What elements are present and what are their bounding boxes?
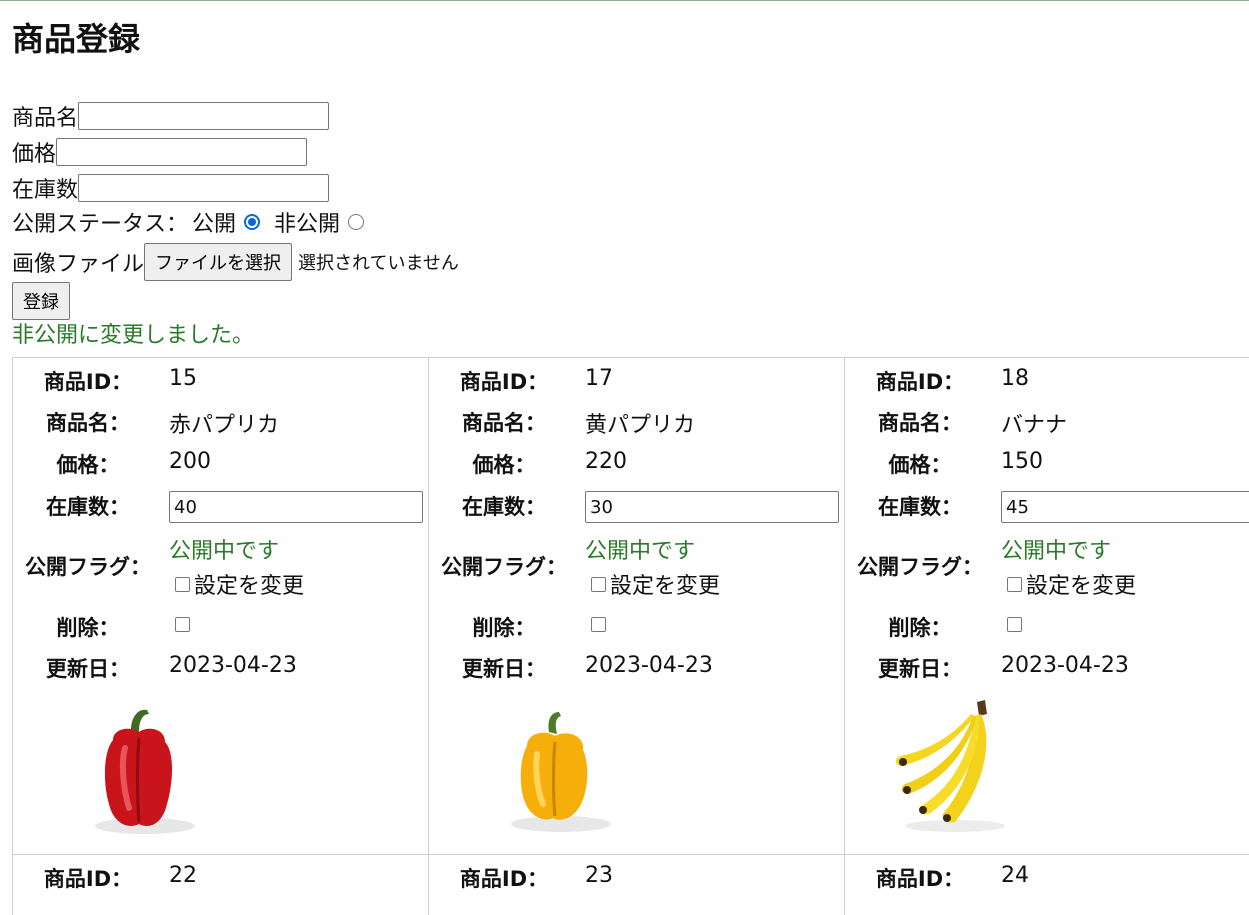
delete-checkbox[interactable] [591, 617, 606, 632]
delete-checkbox[interactable] [175, 617, 190, 632]
price-label: 価格 [12, 142, 57, 167]
change-checkbox[interactable] [591, 576, 606, 592]
private-radio[interactable] [348, 214, 365, 230]
flag-label: 公開フラグ： [441, 555, 567, 579]
image-row: 画像ファイル ファイルを選択 選択されていません [12, 242, 459, 282]
publish-status: 公開中です [169, 539, 280, 564]
price-label: 価格： [472, 453, 536, 477]
change-setting[interactable]: 設定を変更 [591, 568, 720, 600]
product-card: 商品ID： 24 [844, 855, 1249, 915]
change-label: 設定を変更 [194, 574, 305, 599]
product-card: 商品ID： 15 商品名： 赤パプリカ 価格： 200 在庫数： 40 公開フラ… [12, 358, 428, 855]
status-message: 非公開に変更しました。 [12, 323, 255, 348]
product-price: 150 [1001, 449, 1043, 474]
change-label: 設定を変更 [1026, 574, 1137, 599]
name-row: 商品名 [12, 99, 330, 133]
yellow-paprika-image [511, 712, 611, 832]
updated-date: 2023-04-23 [169, 653, 297, 678]
stock-label: 在庫数 [12, 178, 79, 203]
name-label: 商品名： [462, 411, 546, 435]
stock-label: 在庫数： [462, 495, 546, 519]
delete-label: 削除： [888, 616, 952, 640]
flag-label: 公開フラグ： [857, 555, 983, 579]
updated-date: 2023-04-23 [585, 653, 713, 678]
id-label: 商品ID： [875, 370, 965, 394]
product-card: 商品ID： 23 [428, 855, 844, 915]
change-checkbox[interactable] [1007, 576, 1022, 592]
banana-image [895, 700, 1005, 832]
product-id: 18 [1001, 366, 1029, 391]
product-name: 赤パプリカ [169, 413, 280, 438]
product-grid: 商品ID： 15 商品名： 赤パプリカ 価格： 200 在庫数： 40 公開フラ… [12, 357, 1249, 915]
register-button[interactable]: 登録 [12, 282, 70, 320]
price-input[interactable] [56, 138, 308, 166]
status-row: 公開ステータス： 公開 非公開 [12, 205, 365, 239]
change-setting[interactable]: 設定を変更 [175, 568, 304, 600]
stock-input[interactable]: 30 [585, 491, 839, 523]
name-label: 商品名 [12, 106, 79, 131]
name-label: 商品名： [878, 411, 962, 435]
delete-label: 削除： [56, 616, 120, 640]
status-label: 公開ステータス： [12, 212, 189, 237]
stock-label: 在庫数： [46, 495, 130, 519]
id-label: 商品ID： [459, 370, 549, 394]
delete-checkbox[interactable] [1007, 617, 1022, 632]
updated-date: 2023-04-23 [1001, 653, 1129, 678]
product-price: 200 [169, 449, 211, 474]
change-label: 設定を変更 [610, 574, 721, 599]
flag-label: 公開フラグ： [25, 555, 151, 579]
id-label: 商品ID： [875, 867, 965, 891]
delete-label: 削除： [472, 616, 536, 640]
product-name: 黄パプリカ [585, 413, 696, 438]
stock-input[interactable] [78, 174, 330, 202]
page-title: 商品登録 [12, 20, 141, 58]
price-row: 価格 [12, 135, 308, 169]
id-label: 商品ID： [459, 867, 549, 891]
stock-input[interactable]: 40 [169, 491, 423, 523]
stock-input[interactable]: 45 [1001, 491, 1249, 523]
name-label: 商品名： [46, 411, 130, 435]
updated-label: 更新日： [462, 657, 546, 681]
stock-label: 在庫数： [878, 495, 962, 519]
change-setting[interactable]: 設定を変更 [1007, 568, 1136, 600]
stock-row: 在庫数 [12, 171, 330, 205]
product-price: 220 [585, 449, 627, 474]
updated-label: 更新日： [878, 657, 962, 681]
product-card: 商品ID： 17 商品名： 黄パプリカ 価格： 220 在庫数： 30 公開フラ… [428, 358, 844, 855]
file-status: 選択されていません [298, 253, 459, 274]
file-select-button[interactable]: ファイルを選択 [144, 243, 293, 281]
public-radio[interactable] [244, 214, 261, 230]
red-paprika-image [95, 709, 195, 834]
product-id: 23 [585, 863, 613, 888]
product-id: 24 [1001, 863, 1029, 888]
product-name: バナナ [1001, 413, 1068, 438]
updated-label: 更新日： [46, 657, 130, 681]
publish-status: 公開中です [585, 539, 696, 564]
image-label: 画像ファイル [12, 252, 145, 277]
product-card: 商品ID： 18 商品名： バナナ 価格： 150 在庫数： 45 公開フラグ：… [844, 358, 1249, 855]
product-card: 商品ID： 22 [12, 855, 428, 915]
id-label: 商品ID： [43, 867, 133, 891]
change-checkbox[interactable] [175, 576, 190, 592]
product-id: 15 [169, 366, 197, 391]
price-label: 価格： [888, 453, 952, 477]
public-label: 公開 [192, 212, 237, 237]
private-label: 非公開 [274, 212, 341, 237]
product-id: 17 [585, 366, 613, 391]
publish-status: 公開中です [1001, 539, 1112, 564]
price-label: 価格： [56, 453, 120, 477]
name-input[interactable] [78, 102, 330, 130]
product-id: 22 [169, 863, 197, 888]
id-label: 商品ID： [43, 370, 133, 394]
submit-row: 登録 [12, 282, 70, 320]
